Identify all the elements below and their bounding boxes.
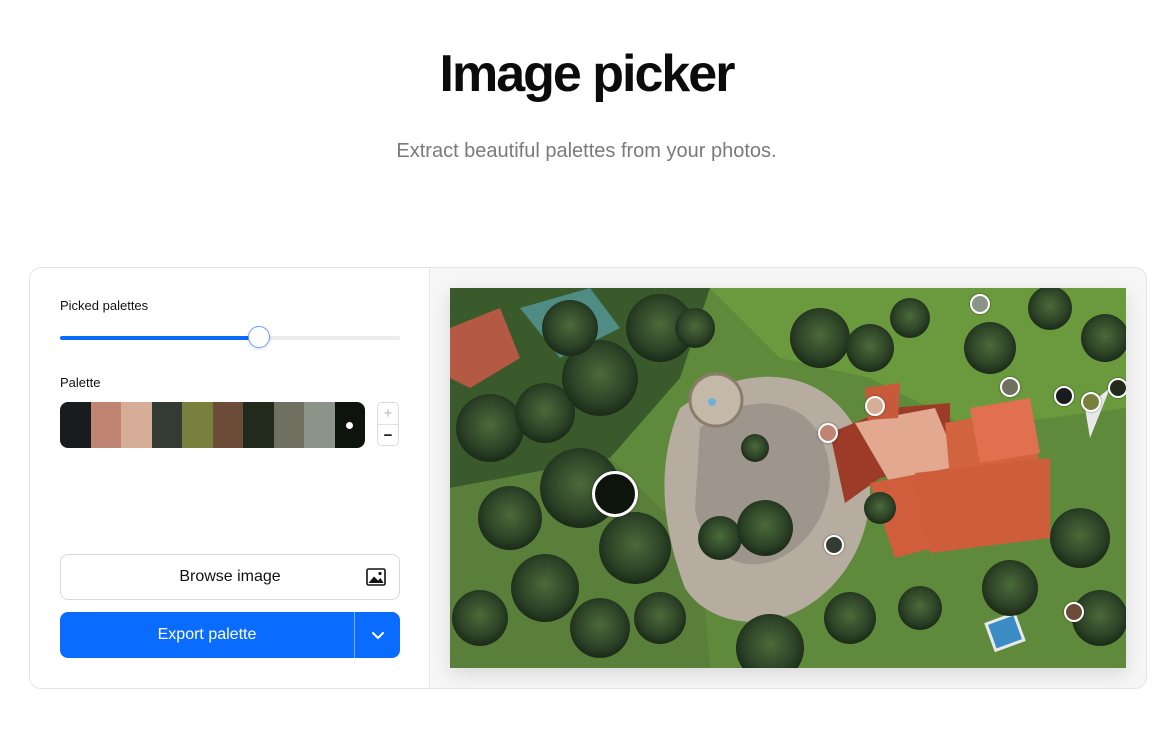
color-picker-handle[interactable] bbox=[1054, 386, 1074, 406]
page-subtitle: Extract beautiful palettes from your pho… bbox=[396, 140, 777, 162]
chevron-down-icon bbox=[371, 631, 384, 639]
picker-card: Picked palettes Palette + − Browse image… bbox=[29, 267, 1147, 689]
palette-swatch[interactable] bbox=[182, 402, 213, 448]
color-picker-handle[interactable] bbox=[824, 535, 844, 555]
aerial-photo bbox=[450, 288, 1126, 668]
color-picker-handle[interactable] bbox=[1081, 392, 1101, 412]
palette-swatch[interactable] bbox=[121, 402, 152, 448]
browse-image-button[interactable]: Browse image bbox=[60, 554, 400, 600]
slider-thumb[interactable] bbox=[247, 326, 270, 348]
slider-fill bbox=[60, 336, 259, 340]
color-picker-handle[interactable] bbox=[1064, 602, 1084, 622]
color-picker-handle[interactable] bbox=[1000, 377, 1020, 397]
palette-swatch[interactable] bbox=[273, 402, 304, 448]
color-picker-handle[interactable] bbox=[1108, 378, 1126, 398]
controls-panel: Picked palettes Palette + − Browse image… bbox=[30, 268, 430, 688]
palette-strip bbox=[60, 402, 365, 448]
source-photo bbox=[450, 288, 1126, 668]
page-title: Image picker bbox=[439, 45, 736, 103]
add-color-button[interactable]: + bbox=[378, 403, 398, 425]
export-options-button[interactable] bbox=[355, 612, 400, 658]
color-picker-handle[interactable] bbox=[818, 423, 838, 443]
palette-swatch[interactable] bbox=[243, 402, 274, 448]
palette-swatch[interactable] bbox=[151, 402, 182, 448]
picked-palettes-label: Picked palettes bbox=[60, 298, 149, 313]
palette-swatch[interactable] bbox=[304, 402, 335, 448]
palette-label: Palette bbox=[60, 375, 101, 390]
palette-count-slider[interactable] bbox=[60, 326, 400, 348]
palette-swatch[interactable] bbox=[334, 402, 365, 448]
palette-swatch[interactable] bbox=[90, 402, 121, 448]
export-palette-button[interactable]: Export palette bbox=[60, 612, 400, 658]
image-panel bbox=[430, 268, 1146, 688]
browse-image-label: Browse image bbox=[179, 568, 281, 585]
palette-swatch[interactable] bbox=[60, 402, 91, 448]
image-icon bbox=[366, 568, 386, 586]
color-picker-handle[interactable] bbox=[592, 471, 638, 517]
palette-stepper: + − bbox=[377, 402, 399, 446]
palette-swatch[interactable] bbox=[212, 402, 243, 448]
color-picker-handle[interactable] bbox=[865, 396, 885, 416]
color-picker-handle[interactable] bbox=[970, 294, 990, 314]
remove-color-button[interactable]: − bbox=[378, 425, 398, 445]
export-palette-label[interactable]: Export palette bbox=[60, 612, 354, 658]
selected-dot bbox=[346, 421, 354, 429]
